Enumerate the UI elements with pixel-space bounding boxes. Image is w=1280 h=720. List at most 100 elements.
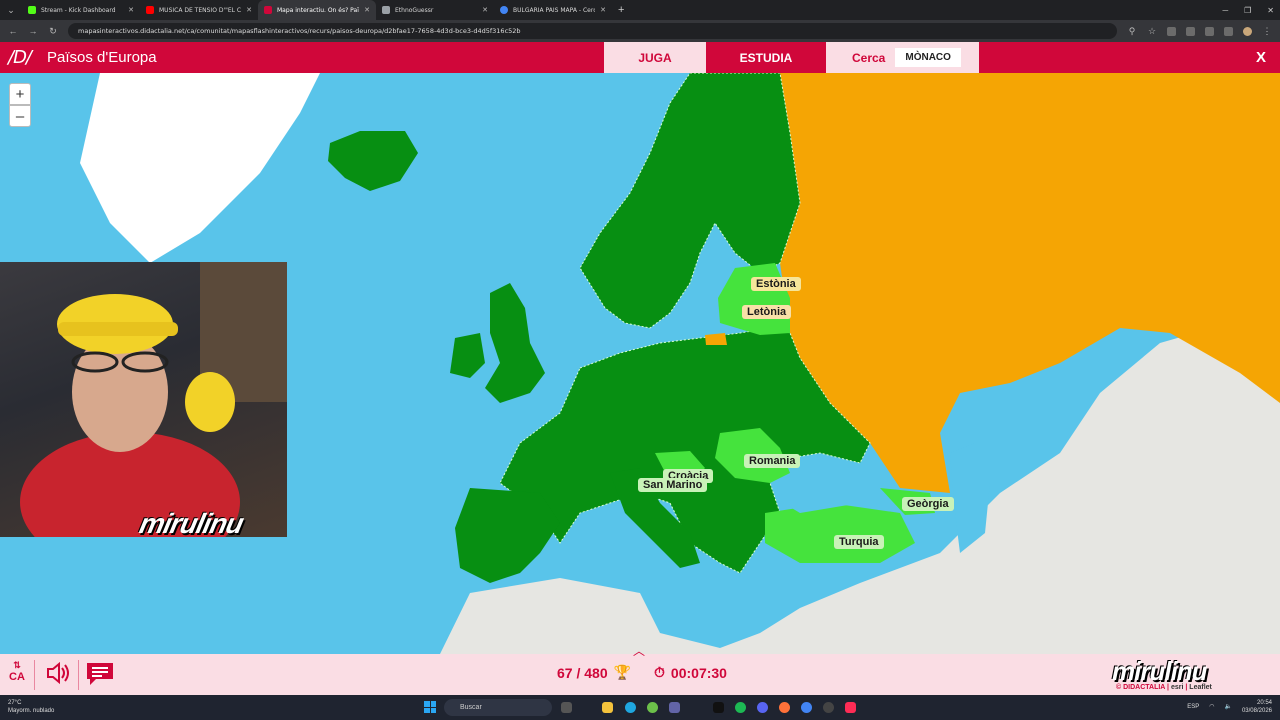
file-explorer-icon[interactable] <box>602 702 613 713</box>
task-view-icon[interactable] <box>561 702 572 713</box>
play-button[interactable]: JUGA <box>604 42 706 73</box>
window-close-icon[interactable]: ✕ <box>1267 6 1274 15</box>
tab-label: EthnoGuessr <box>395 6 434 14</box>
streamer-figure <box>20 262 287 537</box>
country-ireland[interactable] <box>450 333 485 378</box>
browser-toolbar: ← → ↻ mapasinteractivos.didactalia.net/c… <box>0 20 1280 42</box>
bookmark-star-icon[interactable]: ☆ <box>1147 26 1157 37</box>
credit-leaflet[interactable]: Leaflet <box>1189 684 1212 691</box>
greenland-ice <box>80 73 320 263</box>
tab-close-icon[interactable]: ✕ <box>482 6 488 14</box>
map-label: Geòrgia <box>902 497 954 511</box>
sound-button[interactable] <box>46 661 70 689</box>
spotify-icon[interactable] <box>735 702 746 713</box>
tab-label: BULGARIA PAIS MAPA - Cerca a <box>513 6 595 14</box>
webcam-overlay <box>0 262 287 537</box>
chat-bubble-icon <box>87 663 113 685</box>
tab-label: Mapa interactiu. On és? Països <box>277 6 359 14</box>
extension-icon[interactable] <box>1167 26 1176 36</box>
trophy-icon: 🏆 <box>613 664 632 680</box>
browser-menu-icon[interactable]: ⋮ <box>1262 26 1272 37</box>
new-tab-icon[interactable]: + <box>612 4 630 16</box>
credit-didactalia[interactable]: © DIDACTALIA <box>1116 684 1165 691</box>
credit-esri[interactable]: esri <box>1171 684 1183 691</box>
profile-avatar[interactable] <box>1243 26 1252 36</box>
tiktok-live-icon[interactable] <box>845 702 856 713</box>
tab-close-icon[interactable]: ✕ <box>364 6 370 14</box>
forward-icon[interactable]: → <box>28 26 38 36</box>
browser-tab[interactable]: BULGARIA PAIS MAPA - Cerca a ✕ <box>494 0 612 20</box>
zoom-icon[interactable]: ⚲ <box>1127 26 1137 37</box>
browser-tab-active[interactable]: Mapa interactiu. On és? Països ✕ <box>258 0 376 20</box>
find-target-country: MÒNACO <box>895 48 961 67</box>
windows-start-icon[interactable] <box>424 701 436 713</box>
clock-date: 03/08/2026 <box>1241 708 1272 714</box>
country-turkey[interactable] <box>765 503 915 563</box>
country-iberia[interactable] <box>455 488 560 583</box>
minimize-icon[interactable]: ─ <box>1222 6 1228 15</box>
maximize-icon[interactable]: ❐ <box>1244 6 1251 15</box>
find-label: Cerca <box>852 50 886 65</box>
youtube-favicon-icon <box>146 6 154 14</box>
footer-divider <box>78 660 79 690</box>
browser-tab[interactable]: Stream - Kick Dashboard ✕ <box>22 0 140 20</box>
map-label: Turquia <box>834 535 884 549</box>
extension-icon[interactable] <box>1186 26 1195 36</box>
weather-desc: Mayorm. nublado <box>8 708 55 714</box>
language-arrows-icon: ⇅ <box>13 660 21 670</box>
country-united-kingdom[interactable] <box>485 283 545 403</box>
comments-button[interactable] <box>86 662 114 691</box>
country-kaliningrad[interactable] <box>705 333 727 345</box>
clock[interactable]: 20:54 03/08/2026 <box>1242 699 1272 715</box>
window-controls: ─ ❐ ✕ <box>1222 0 1274 20</box>
study-button[interactable]: ESTUDIA <box>706 42 826 73</box>
didactalia-favicon-icon <box>264 6 272 14</box>
tab-close-icon[interactable]: ✕ <box>246 6 252 14</box>
weather-temp: 27°C <box>8 700 22 706</box>
address-bar[interactable]: mapasinteractivos.didactalia.net/ca/comu… <box>68 23 1117 39</box>
tab-search-icon[interactable]: ⌄ <box>0 0 22 20</box>
stopwatch-icon: ⏱ <box>654 664 665 680</box>
wifi-icon[interactable]: ◠ <box>1209 703 1214 711</box>
tab-label: MÚSICA DE TENSIÓ D'"EL C <box>159 6 242 14</box>
ethnoguessr-favicon-icon <box>382 6 390 14</box>
tiktok-icon[interactable] <box>713 702 724 713</box>
tab-close-icon[interactable]: ✕ <box>128 6 134 14</box>
map-label: Estònia <box>751 277 801 291</box>
country-baltics[interactable] <box>718 263 790 335</box>
taskbar-search[interactable]: Buscar <box>444 699 552 716</box>
back-icon[interactable]: ← <box>8 26 18 36</box>
page-title: Països d'Europa <box>47 49 157 66</box>
edge-icon[interactable] <box>625 702 636 713</box>
brand-name: mirulinu <box>1112 656 1208 686</box>
teams-icon[interactable] <box>669 702 680 713</box>
browser-tab-strip: ⌄ Stream - Kick Dashboard ✕ MÚSICA DE TE… <box>0 0 1280 20</box>
country-iceland[interactable] <box>328 131 418 191</box>
reload-icon[interactable]: ↻ <box>48 26 58 37</box>
discord-icon[interactable] <box>757 702 768 713</box>
extensions-puzzle-icon[interactable] <box>1205 26 1214 36</box>
volume-icon[interactable]: 🔈 <box>1224 703 1231 711</box>
url-text: mapasinteractivos.didactalia.net/ca/comu… <box>78 27 521 35</box>
xbox-icon[interactable] <box>647 702 658 713</box>
tab-close-icon[interactable]: ✕ <box>600 6 606 14</box>
kick-favicon-icon <box>28 6 36 14</box>
zoom-out-button[interactable]: – <box>9 105 31 127</box>
weather-widget[interactable]: 27°C Mayorm. nublado <box>8 699 54 715</box>
score-value: 67 / 480 <box>557 664 608 681</box>
app-header: /D/ Països d'Europa JUGA ESTUDIA Cerca M… <box>0 42 1280 73</box>
language-button[interactable]: ⇅ CA <box>6 660 28 683</box>
language-code: CA <box>9 671 25 683</box>
firefox-icon[interactable] <box>779 702 790 713</box>
zoom-in-button[interactable]: + <box>9 83 31 105</box>
close-game-button[interactable]: X <box>1256 42 1266 73</box>
extension-icon[interactable] <box>1224 26 1233 36</box>
input-language[interactable]: ESP <box>1187 703 1199 711</box>
chrome-icon[interactable] <box>801 702 812 713</box>
browser-tab[interactable]: EthnoGuessr ✕ <box>376 0 494 20</box>
obs-icon[interactable] <box>823 702 834 713</box>
map-credits: © DIDACTALIA | esri | Leaflet <box>1116 684 1212 691</box>
didactalia-logo[interactable]: /D/ <box>8 47 32 68</box>
browser-tab[interactable]: MÚSICA DE TENSIÓ D'"EL C ✕ <box>140 0 258 20</box>
chevron-up-icon[interactable]: ︿ <box>633 642 645 659</box>
